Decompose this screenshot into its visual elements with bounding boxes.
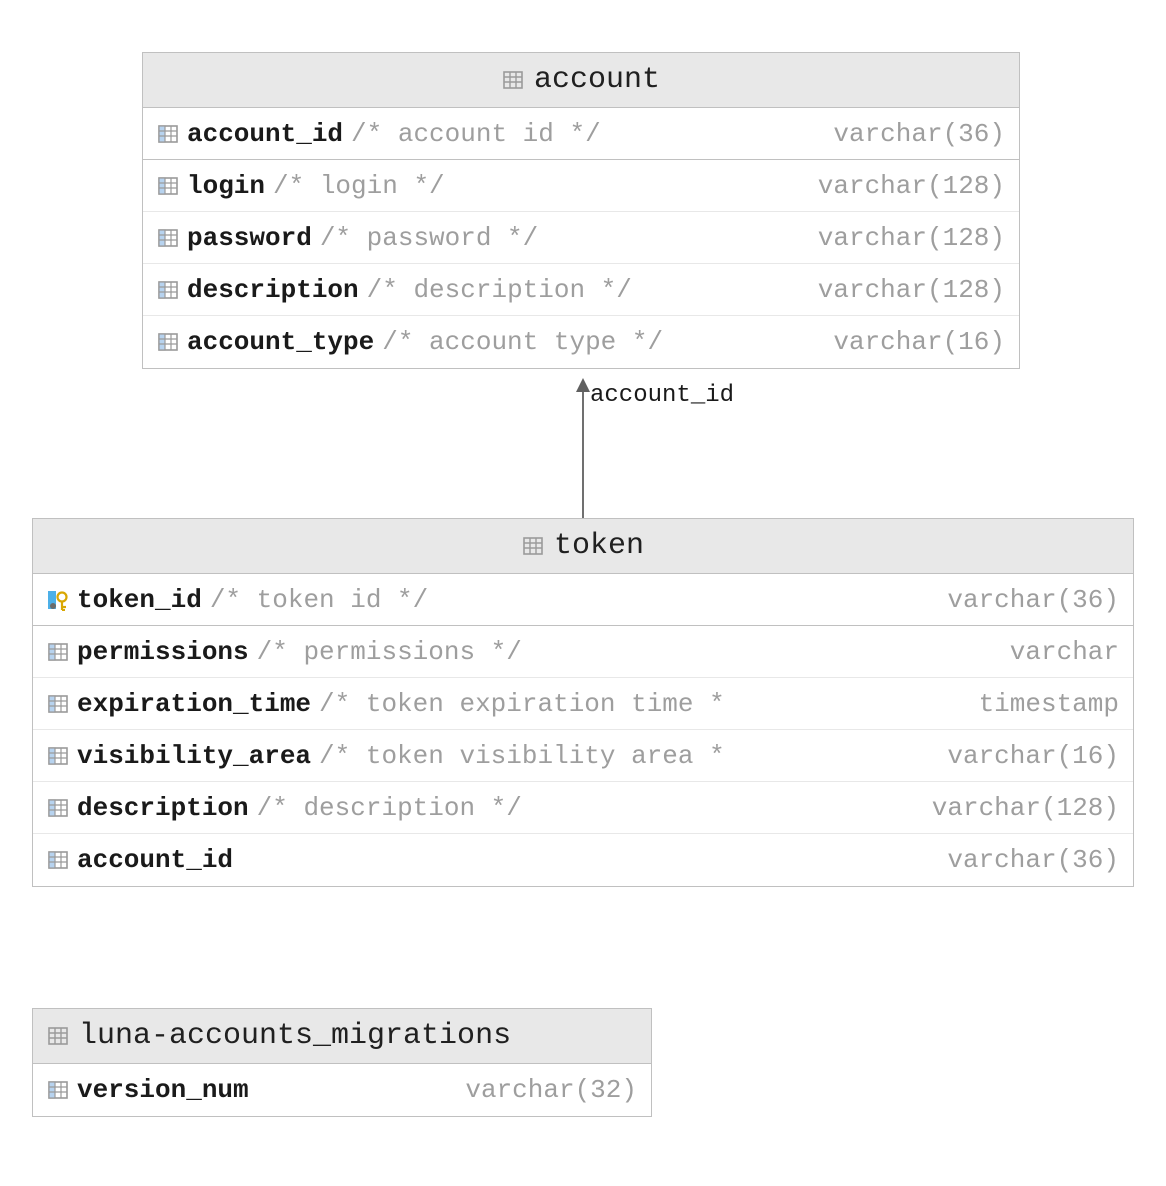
- column-icon: [47, 1079, 69, 1101]
- column-comment: /* login */: [273, 171, 445, 201]
- column-name: description: [187, 275, 359, 305]
- column-icon: [157, 331, 179, 353]
- er-column-row[interactable]: login /* login */ varchar(128): [143, 160, 1019, 212]
- er-table-name: token: [554, 529, 644, 563]
- er-column-row[interactable]: visibility_area /* token visibility area…: [33, 730, 1133, 782]
- table-icon: [47, 1025, 69, 1047]
- column-comment: /* token visibility area *: [319, 741, 725, 771]
- er-column-row[interactable]: account_id /* account id */ varchar(36): [143, 108, 1019, 160]
- column-type: varchar(16): [947, 741, 1119, 771]
- column-type: varchar(128): [818, 275, 1005, 305]
- column-type: varchar(128): [818, 223, 1005, 253]
- er-table-header: token: [33, 519, 1133, 574]
- er-column-row[interactable]: password /* password */ varchar(128): [143, 212, 1019, 264]
- column-icon: [157, 175, 179, 197]
- column-comment: /* password */: [320, 223, 538, 253]
- fk-connector-line: [582, 392, 584, 519]
- column-name: login: [187, 171, 265, 201]
- table-icon: [522, 535, 544, 557]
- column-name: token_id: [77, 585, 202, 615]
- column-icon: [157, 279, 179, 301]
- column-icon: [47, 693, 69, 715]
- column-name: version_num: [77, 1075, 249, 1105]
- er-column-row[interactable]: description /* description */ varchar(12…: [33, 782, 1133, 834]
- column-icon: [157, 227, 179, 249]
- column-icon: [47, 797, 69, 819]
- er-table-migrations[interactable]: luna-accounts_migrations version_num var…: [32, 1008, 652, 1117]
- er-table-token[interactable]: token token_id /* token id */ varchar(36…: [32, 518, 1134, 887]
- column-comment: /* account id */: [351, 119, 601, 149]
- er-column-row[interactable]: version_num varchar(32): [33, 1064, 651, 1116]
- er-column-row[interactable]: token_id /* token id */ varchar(36): [33, 574, 1133, 626]
- column-name: permissions: [77, 637, 249, 667]
- column-comment: /* token id */: [210, 585, 428, 615]
- column-icon: [47, 849, 69, 871]
- er-column-row[interactable]: expiration_time /* token expiration time…: [33, 678, 1133, 730]
- column-name: account_id: [187, 119, 343, 149]
- er-table-name: luna-accounts_migrations: [79, 1019, 511, 1053]
- column-name: visibility_area: [77, 741, 311, 771]
- table-icon: [502, 69, 524, 91]
- column-comment: /* account type */: [382, 327, 663, 357]
- column-type: varchar(128): [932, 793, 1119, 823]
- column-type: varchar(36): [833, 119, 1005, 149]
- column-name: account_type: [187, 327, 374, 357]
- er-column-row[interactable]: description /* description */ varchar(12…: [143, 264, 1019, 316]
- column-name: description: [77, 793, 249, 823]
- key-icon: [47, 589, 69, 611]
- column-comment: /* token expiration time *: [319, 689, 725, 719]
- er-column-row[interactable]: account_id varchar(36): [33, 834, 1133, 886]
- fk-connector-arrow-icon: [576, 378, 590, 392]
- column-icon: [47, 745, 69, 767]
- er-column-row[interactable]: account_type /* account type */ varchar(…: [143, 316, 1019, 368]
- column-name: account_id: [77, 845, 233, 875]
- column-type: varchar(36): [947, 585, 1119, 615]
- column-type: varchar(16): [833, 327, 1005, 357]
- er-table-account[interactable]: account account_id /* account id */ varc…: [142, 52, 1020, 369]
- column-comment: /* permissions */: [257, 637, 522, 667]
- column-type: timestamp: [979, 689, 1119, 719]
- er-table-header: luna-accounts_migrations: [33, 1009, 651, 1064]
- fk-connector-label: account_id: [590, 382, 734, 409]
- er-table-name: account: [534, 63, 660, 97]
- column-name: expiration_time: [77, 689, 311, 719]
- column-name: password: [187, 223, 312, 253]
- column-type: varchar(32): [465, 1075, 637, 1105]
- column-type: varchar(128): [818, 171, 1005, 201]
- er-table-header: account: [143, 53, 1019, 108]
- column-comment: /* description */: [367, 275, 632, 305]
- column-icon: [157, 123, 179, 145]
- er-column-row[interactable]: permissions /* permissions */ varchar: [33, 626, 1133, 678]
- column-type: varchar: [1010, 637, 1119, 667]
- column-icon: [47, 641, 69, 663]
- column-comment: /* description */: [257, 793, 522, 823]
- column-type: varchar(36): [947, 845, 1119, 875]
